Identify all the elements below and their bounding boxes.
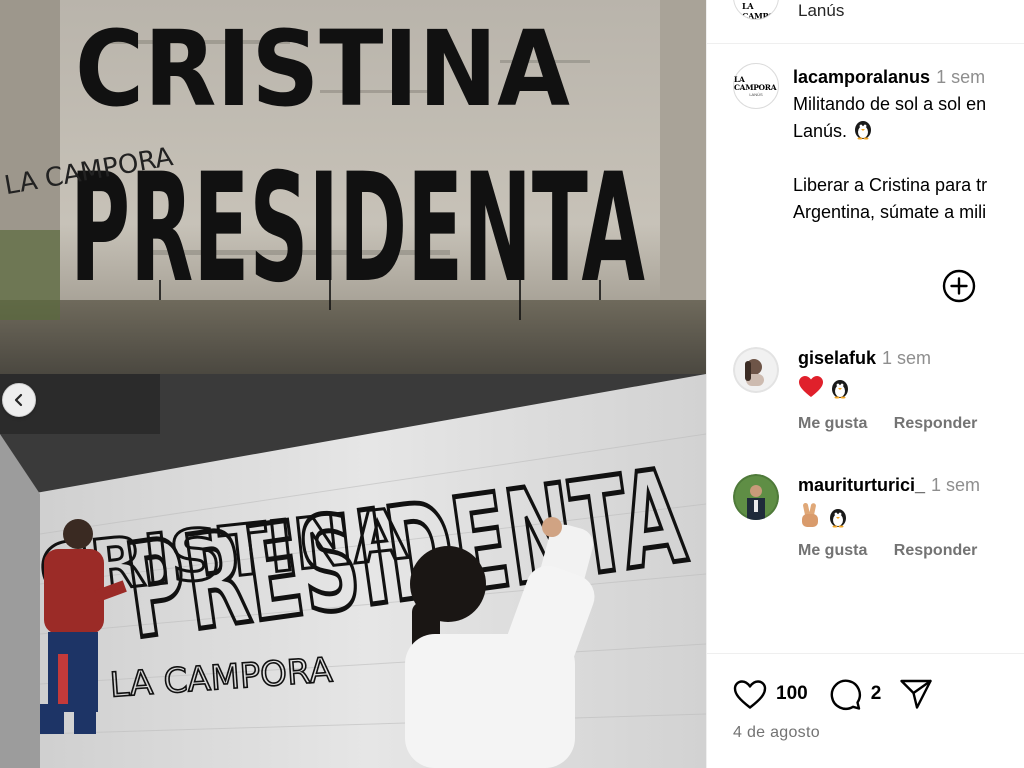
heart-outline-icon xyxy=(733,679,767,709)
post-header: LA CAMPORA Lanús xyxy=(707,0,1024,44)
wall-text-cristina: CRISTINA xyxy=(75,8,570,130)
send-icon xyxy=(900,679,932,709)
penguin-emoji-icon xyxy=(855,121,872,140)
actions-divider xyxy=(707,653,1024,654)
comment-text xyxy=(798,375,851,401)
load-more-comments-button[interactable] xyxy=(942,269,976,303)
share-button[interactable] xyxy=(899,678,933,710)
header-avatar-logo: LA CAMPORA xyxy=(742,1,778,20)
caption-username[interactable]: lacamporalanus xyxy=(793,67,930,87)
comment-time[interactable]: 1 sem xyxy=(931,475,980,495)
post-photo-bottom: CRISTINA PRESIDENTA LA CAMPORA xyxy=(0,374,706,768)
caption-line-1: Militando de sol a sol en xyxy=(793,94,987,114)
caption-time[interactable]: 1 sem xyxy=(936,67,985,87)
caption-line-2: Lanús. xyxy=(793,121,848,141)
comment-time[interactable]: 1 sem xyxy=(882,348,931,368)
post-actions: 100 2 xyxy=(733,676,933,712)
comment-item: mauriturturici_ 1 sem Me gusta Responder xyxy=(707,474,1024,574)
caption-line-3: Liberar a Cristina para tr xyxy=(793,175,988,195)
caption-avatar[interactable]: LA CAMPORA LANÚS xyxy=(733,63,779,109)
post-date[interactable]: 4 de agosto xyxy=(733,724,820,742)
comment-bubble-icon xyxy=(830,679,861,710)
caption-avatar-logo: LA CAMPORA xyxy=(734,74,777,92)
caption-line-4: Argentina, súmate a mili xyxy=(793,202,987,222)
carousel-prev-button[interactable] xyxy=(2,383,36,417)
comment-count: 2 xyxy=(870,683,882,704)
comment-username[interactable]: mauriturturici_ xyxy=(798,475,925,495)
like-button[interactable]: 100 xyxy=(733,679,808,710)
victory-hand-emoji-icon xyxy=(802,502,818,527)
post-image-carousel[interactable]: CRISTINA PRESIDENTA LA CAMPORA CRISTINA … xyxy=(0,0,706,768)
post-panel: LA CAMPORA Lanús LA CAMPORA LANÚS lacamp… xyxy=(706,0,1024,768)
header-avatar[interactable]: LA CAMPORA xyxy=(733,0,779,20)
like-count[interactable]: 100 xyxy=(776,683,808,705)
plus-circle-icon xyxy=(942,269,976,303)
comment-like-button[interactable]: Me gusta xyxy=(798,415,867,432)
comment-like-button[interactable]: Me gusta xyxy=(798,542,867,559)
comment-text xyxy=(798,502,849,530)
comment-username[interactable]: giselafuk xyxy=(798,348,876,368)
caption-avatar-sub: LANÚS xyxy=(749,91,763,97)
comment-avatar[interactable] xyxy=(733,347,779,393)
post-caption: lacamporalanus 1 sem Militando de sol a s… xyxy=(793,64,1024,226)
post-photo-top: CRISTINA PRESIDENTA LA CAMPORA xyxy=(0,0,706,374)
chevron-left-icon xyxy=(14,393,23,407)
post-location[interactable]: Lanús xyxy=(798,1,844,21)
comment-avatar[interactable] xyxy=(733,474,779,520)
penguin-emoji-icon xyxy=(832,380,849,399)
penguin-emoji-icon xyxy=(830,509,847,528)
comment-reply-button[interactable]: Responder xyxy=(894,415,978,432)
comment-item: giselafuk 1 sem Me gusta Responder xyxy=(707,347,1024,447)
red-heart-emoji-icon xyxy=(799,376,823,397)
comment-button[interactable]: 2 xyxy=(828,677,882,711)
comment-reply-button[interactable]: Responder xyxy=(894,542,978,559)
